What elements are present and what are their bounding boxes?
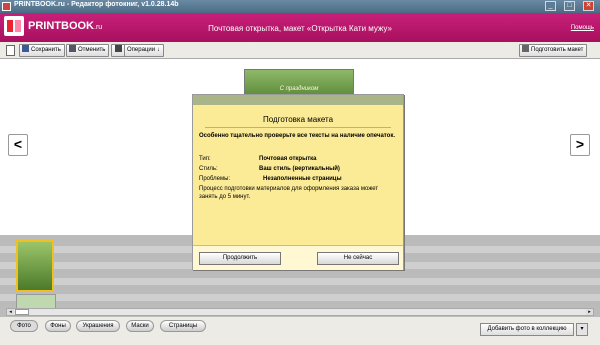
dialog-divider [205,127,391,128]
dialog-title: Подготовка макета [262,115,334,124]
operations-menu[interactable]: Операции ↓ [124,44,164,57]
dialog-header-bar [193,95,403,105]
tab-backgrounds[interactable]: Фоны [45,320,71,332]
scroll-left-icon[interactable]: ◂ [7,309,14,315]
style-value: Ваш стиль (вертикальный) [259,166,340,172]
close-button[interactable]: ✕ [583,1,594,11]
minimize-button[interactable]: _ [545,1,556,11]
dialog-note: Процесс подготовки материалов для оформл… [199,186,379,200]
problems-label: Проблемы: [199,176,231,182]
add-photo-dropdown-icon[interactable]: ▾ [576,323,588,336]
style-label: Стиль: [199,166,218,172]
postcard-text: С праздником [279,86,319,92]
next-page-button[interactable]: > [570,134,590,156]
tab-masks[interactable]: Маски [126,320,154,332]
scroll-thumb[interactable] [15,309,29,315]
continue-button[interactable]: Продолжить [199,252,281,265]
prev-page-button[interactable]: < [8,134,28,156]
toolbar: Сохранить Отменить Операции ↓ Подготовит… [0,42,600,59]
tab-pages[interactable]: Страницы [160,320,206,332]
save-icon [22,45,29,52]
add-photo-button[interactable]: Добавить фото в коллекцию [480,323,574,336]
save-button[interactable]: Сохранить [19,44,65,57]
tab-decorations[interactable]: Украшения [76,320,120,332]
scroll-right-icon[interactable]: ▸ [586,309,593,315]
prepare-icon [522,45,529,52]
postcard-preview[interactable]: С праздником [244,69,354,97]
undo-icon [69,45,76,52]
help-link[interactable]: Помощь [571,25,594,31]
problems-value: Незаполненные страницы [263,176,342,182]
photo-thumbnail[interactable] [16,240,54,292]
dialog-warning: Особенно тщательно проверьте все тексты … [199,133,396,139]
window-titlebar: PRINTBOOK.ru - Редактор фотокниг, v1.0.2… [0,0,600,13]
new-page-icon[interactable] [6,45,15,56]
tab-photos[interactable]: Фото [10,320,38,332]
horizontal-scrollbar[interactable]: ◂ ▸ [6,308,594,316]
undo-button[interactable]: Отменить [66,44,110,57]
maximize-button[interactable]: □ [564,1,575,11]
type-value: Почтовая открытка [259,156,317,162]
dialog-footer: Продолжить Не сейчас [193,245,403,270]
prepare-layout-dialog: Подготовка макета Особенно тщательно про… [192,94,404,270]
operations-icon [115,45,122,52]
project-title: Почтовая открытка, макет «Открытка Кати … [208,24,392,33]
type-label: Тип: [199,156,211,162]
prepare-layout-button[interactable]: Подготовить макет [519,44,588,57]
window-title: PRINTBOOK.ru - Редактор фотокниг, v1.0.2… [14,1,179,8]
not-now-button[interactable]: Не сейчас [317,252,399,265]
app-icon [2,2,11,11]
